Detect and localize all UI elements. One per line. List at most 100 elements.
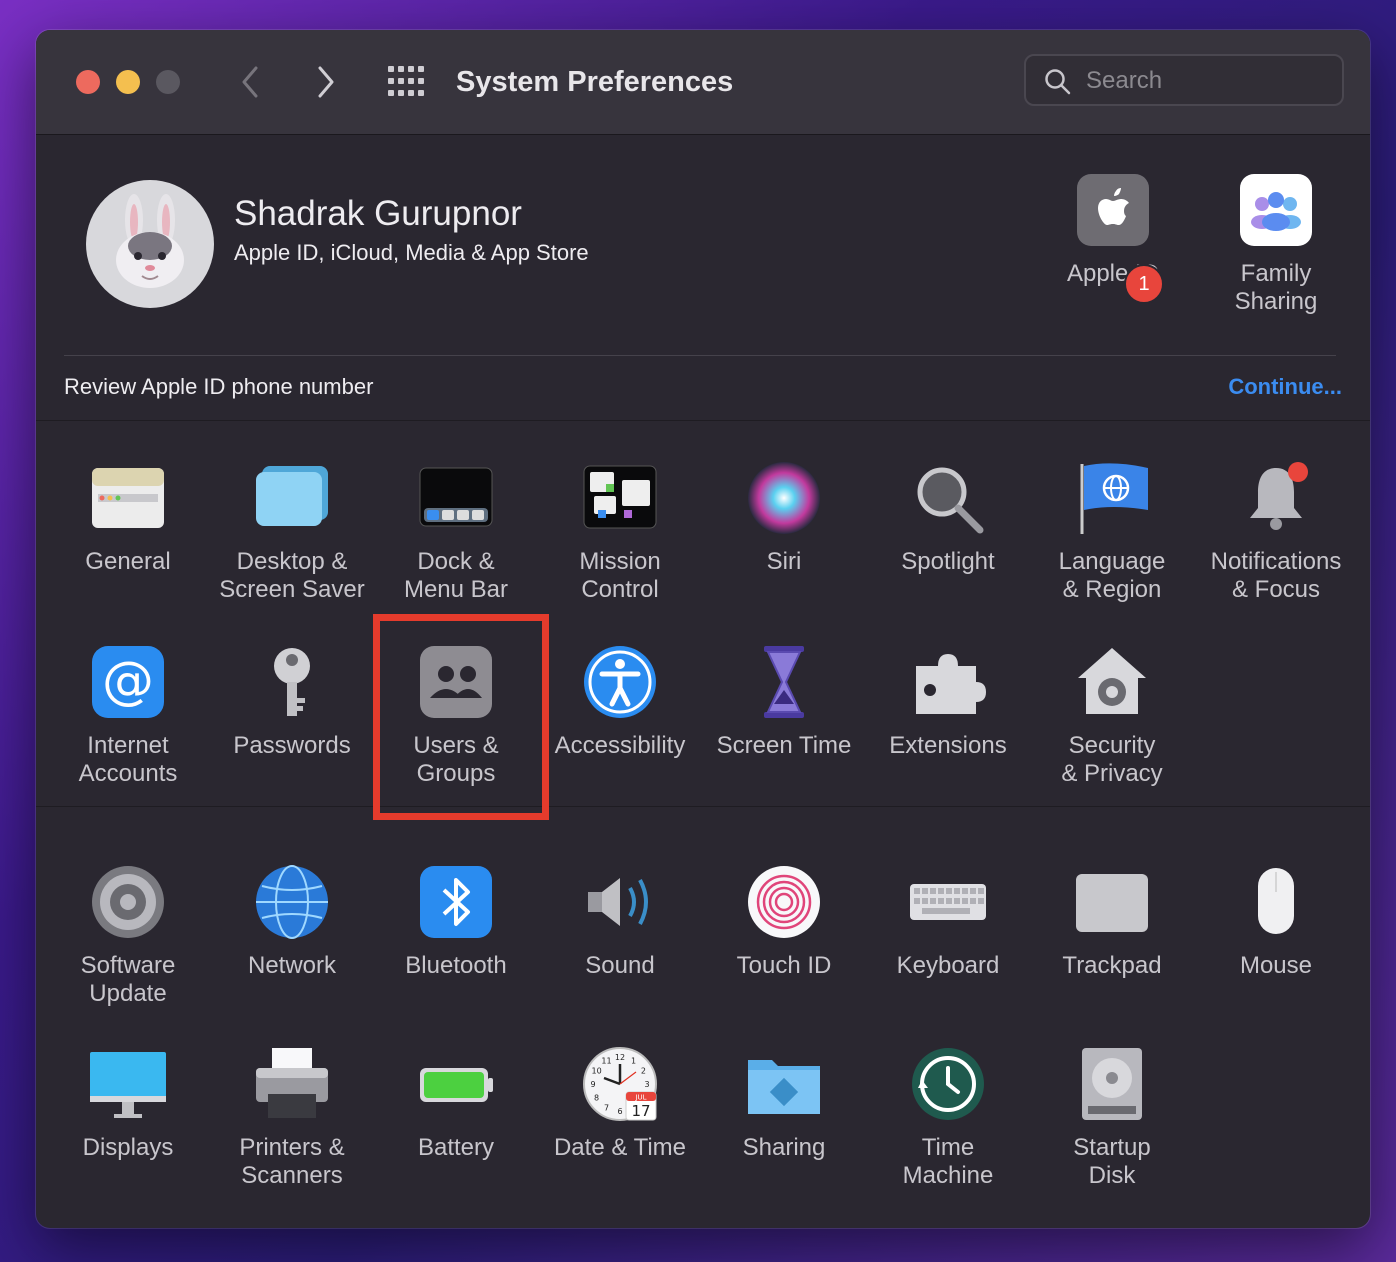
review-notice: Review Apple ID phone number — [64, 374, 374, 399]
pref-siri[interactable]: Siri — [704, 458, 864, 576]
pref-label: Keyboard — [896, 952, 1000, 979]
svg-text:8: 8 — [594, 1094, 599, 1103]
pref-notifications-focus[interactable]: Notifications & Focus — [1196, 458, 1356, 604]
svg-text:@: @ — [102, 651, 154, 711]
pref-sound[interactable]: Sound — [540, 862, 700, 980]
user-avatar[interactable] — [86, 180, 214, 308]
pref-keyboard[interactable]: Keyboard — [868, 862, 1028, 980]
printer-icon — [252, 1044, 332, 1124]
system-preferences-window: System Preferences Shadrak Gurupnor Appl… — [36, 30, 1370, 1228]
pref-battery[interactable]: Battery — [376, 1044, 536, 1162]
chevron-right-icon — [318, 66, 334, 98]
pref-label-line2: & Privacy — [1061, 760, 1163, 787]
pref-software-update[interactable]: Software Update — [48, 862, 208, 1008]
dock-icon — [416, 458, 496, 538]
pref-extensions[interactable]: Extensions — [868, 642, 1028, 760]
pref-label: Date & Time — [553, 1134, 687, 1161]
pref-label: Notifications — [1210, 548, 1342, 575]
pref-spotlight[interactable]: Spotlight — [868, 458, 1028, 576]
pref-network[interactable]: Network — [212, 862, 372, 980]
show-all-button[interactable] — [386, 64, 426, 100]
pref-sharing[interactable]: Sharing — [704, 1044, 864, 1162]
close-button[interactable] — [76, 70, 100, 94]
pref-language-region[interactable]: Language & Region — [1032, 458, 1192, 604]
pref-label: Displays — [82, 1134, 174, 1161]
language-icon — [1072, 458, 1152, 538]
notification-badge: 1 — [1124, 264, 1164, 304]
svg-text:17: 17 — [631, 1102, 650, 1120]
pref-label: General — [85, 548, 171, 575]
pref-dock-menu-bar[interactable]: Dock & Menu Bar — [376, 458, 536, 604]
pref-desktop-screen-saver[interactable]: Desktop & Screen Saver — [212, 458, 372, 604]
pref-printers-scanners[interactable]: Printers & Scanners — [212, 1044, 372, 1190]
disk-icon — [1072, 1044, 1152, 1124]
pref-startup-disk[interactable]: Startup Disk — [1032, 1044, 1192, 1190]
pref-internet-accounts[interactable]: @ Internet Accounts — [48, 642, 208, 788]
family-label-line1: Family — [1240, 260, 1312, 287]
pref-bluetooth[interactable]: Bluetooth — [376, 862, 536, 980]
user-name[interactable]: Shadrak Gurupnor — [234, 194, 522, 234]
pref-accessibility[interactable]: Accessibility — [540, 642, 700, 760]
pref-label: Bluetooth — [405, 952, 507, 979]
pref-security-privacy[interactable]: Security & Privacy — [1032, 642, 1192, 788]
apple-icon — [1077, 174, 1149, 246]
svg-text:6: 6 — [617, 1107, 622, 1116]
pref-touch-id[interactable]: Touch ID — [704, 862, 864, 980]
keyboard-icon — [908, 862, 988, 942]
pref-label: Sharing — [742, 1134, 826, 1161]
pref-label: Security — [1068, 732, 1156, 759]
bell-icon — [1236, 458, 1316, 538]
bluetooth-icon — [416, 862, 496, 942]
pref-label: Mission — [579, 548, 661, 575]
pref-label: Extensions — [889, 732, 1007, 759]
pref-passwords[interactable]: Passwords — [212, 642, 372, 760]
svg-text:1: 1 — [631, 1057, 636, 1066]
clock-icon: 121234567891011JUL17 — [580, 1044, 660, 1124]
general-icon — [88, 458, 168, 538]
pref-label-line2: Scanners — [241, 1162, 343, 1189]
folder-icon — [744, 1044, 824, 1124]
pref-label: Mouse — [1239, 952, 1313, 979]
pref-label: Desktop & — [236, 548, 348, 575]
grid-icon — [388, 66, 424, 96]
pref-trackpad[interactable]: Trackpad — [1032, 862, 1192, 980]
search-field[interactable] — [1024, 54, 1344, 106]
pref-time-machine[interactable]: Time Machine — [868, 1044, 1028, 1190]
pref-general[interactable]: General — [48, 458, 208, 576]
divider — [64, 355, 1336, 356]
pref-label-line2: Control — [581, 576, 659, 603]
pref-label: Internet — [87, 732, 169, 759]
fingerprint-icon — [744, 862, 824, 942]
spotlight-icon — [908, 458, 988, 538]
pref-mission-control[interactable]: Mission Control — [540, 458, 700, 604]
svg-text:10: 10 — [592, 1067, 602, 1076]
display-icon — [88, 1044, 168, 1124]
pref-label-line2: Disk — [1088, 1162, 1136, 1189]
time-machine-icon — [908, 1044, 988, 1124]
hourglass-icon — [744, 642, 824, 722]
pref-label: Siri — [766, 548, 802, 575]
mission-control-icon — [580, 458, 660, 538]
pref-label-line2: & Region — [1062, 576, 1162, 603]
zoom-button[interactable] — [156, 70, 180, 94]
svg-text:JUL: JUL — [634, 1094, 646, 1102]
search-input[interactable] — [1084, 62, 1328, 100]
family-icon — [1240, 174, 1312, 246]
key-icon — [252, 642, 332, 722]
pref-date-time[interactable]: 121234567891011JUL17Date & Time — [540, 1044, 700, 1162]
pref-label: Sound — [585, 952, 655, 979]
back-button[interactable] — [232, 64, 268, 100]
pref-mouse[interactable]: Mouse — [1196, 862, 1356, 980]
minimize-button[interactable] — [116, 70, 140, 94]
pref-label: Network — [247, 952, 337, 979]
continue-link[interactable]: Continue... — [1228, 374, 1342, 400]
pref-displays[interactable]: Displays — [48, 1044, 208, 1162]
pref-label: Accessibility — [554, 732, 686, 759]
family-sharing-pref[interactable]: Family Sharing — [1211, 174, 1341, 316]
pref-label: Battery — [417, 1134, 495, 1161]
gear-icon — [88, 862, 168, 942]
puzzle-icon — [908, 642, 988, 722]
forward-button[interactable] — [308, 64, 344, 100]
pref-screen-time[interactable]: Screen Time — [704, 642, 864, 760]
desktop-icon — [252, 458, 332, 538]
